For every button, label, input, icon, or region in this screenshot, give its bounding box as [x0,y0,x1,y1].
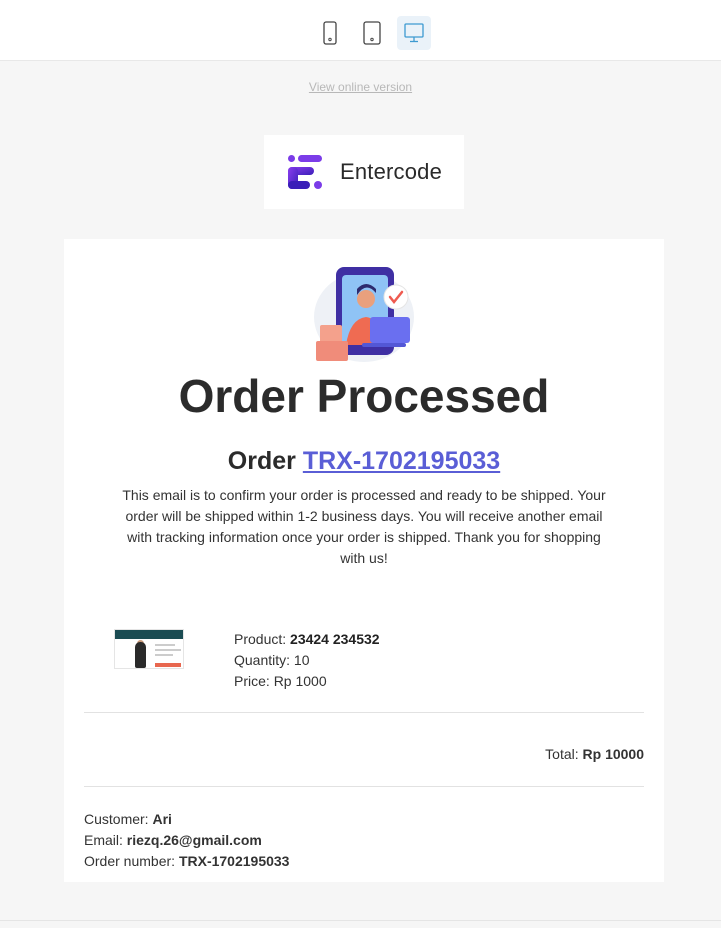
product-value: 23424 234532 [290,631,380,647]
email-row: Email: riezq.26@gmail.com [84,830,289,851]
quantity-value: 10 [293,652,310,668]
total-label: Total: [545,746,579,762]
view-online-link[interactable]: View online version [0,80,721,94]
price-value: Rp 1000 [273,673,327,689]
confirmation-message: This email is to confirm your order is p… [122,487,606,566]
product-thumbnail[interactable] [114,629,184,669]
email-title: Order Processed [178,370,550,422]
divider [84,712,644,713]
desktop-icon [404,23,424,43]
price-label: Price: [234,673,270,689]
mobile-icon [323,21,337,45]
email-card: Order Processed Order TRX-1702195033 Thi… [64,239,664,882]
customer-details: Customer: Ari Email: riezq.26@gmail.com … [84,809,289,872]
order-heading: Order TRX-1702195033 [64,447,664,476]
order-label: Order [227,447,296,475]
divider [84,786,644,787]
order-id-link[interactable]: TRX-1702195033 [303,447,500,475]
email-value: riezq.26@gmail.com [126,832,262,848]
quantity-label: Quantity: [234,652,291,668]
brand-logo: Entercode [264,135,464,209]
mobile-preview-button[interactable] [313,16,347,50]
entercode-logo-icon [287,155,322,189]
email-label: Email: [84,832,123,848]
product-row: Product: 23424 234532 [234,629,380,650]
customer-label: Customer: [84,811,149,827]
product-label: Product: [234,631,287,647]
desktop-preview-button[interactable] [397,16,431,50]
order-number-row: Order number: TRX-1702195033 [84,851,289,872]
product-details: Product: 23424 234532 Quantity: 10 Price… [234,629,380,692]
order-processed-illustration [314,267,414,362]
order-total: Total: Rp 10000 [545,746,644,762]
quantity-row: Quantity: 10 [234,650,380,671]
tablet-preview-button[interactable] [355,16,389,50]
order-number-label: Order number: [84,853,176,869]
total-value: Rp 10000 [582,746,644,762]
customer-row: Customer: Ari [84,809,289,830]
preview-toolbar [0,0,721,61]
tablet-icon [363,21,381,45]
brand-name: Entercode [339,159,443,184]
customer-value: Ari [152,811,172,827]
order-number-value: TRX-1702195033 [178,853,290,869]
price-row: Price: Rp 1000 [234,671,380,692]
footer-divider [0,920,721,921]
